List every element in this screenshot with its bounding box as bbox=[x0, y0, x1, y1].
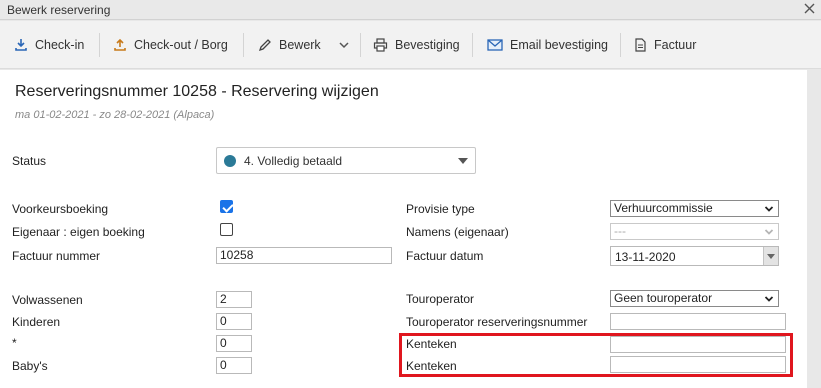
touroperator-value: Geen touroperator bbox=[614, 291, 713, 305]
star-input[interactable]: 0 bbox=[216, 335, 252, 352]
bewerk-button[interactable]: Bewerk bbox=[258, 32, 321, 58]
caret-down-icon bbox=[458, 158, 468, 164]
chevron-down-icon bbox=[764, 229, 774, 235]
star-label: * bbox=[12, 336, 17, 350]
eigenaar-checkbox[interactable] bbox=[220, 223, 233, 236]
babys-input[interactable]: 0 bbox=[216, 357, 252, 374]
checkin-label: Check-in bbox=[35, 38, 85, 52]
status-select[interactable]: 4. Volledig betaald bbox=[216, 147, 476, 174]
email-bevestiging-label: Email bevestiging bbox=[510, 38, 608, 52]
upload-icon bbox=[114, 38, 126, 51]
highlight-box bbox=[399, 333, 793, 377]
checkout-label: Check-out / Borg bbox=[134, 38, 228, 52]
toolbar-divider bbox=[360, 33, 361, 57]
bevestiging-label: Bevestiging bbox=[395, 38, 460, 52]
bewerk-label: Bewerk bbox=[279, 38, 321, 52]
factuur-nummer-label: Factuur nummer bbox=[12, 249, 101, 263]
factuur-button[interactable]: Factuur bbox=[634, 32, 696, 58]
factuur-label: Factuur bbox=[654, 38, 697, 52]
bewerk-dropdown-toggle[interactable] bbox=[338, 32, 357, 58]
status-value: 4. Volledig betaald bbox=[244, 154, 343, 168]
window-titlebar: Bewerk reservering bbox=[0, 0, 821, 20]
volwassenen-input[interactable]: 2 bbox=[216, 291, 252, 308]
status-color-icon bbox=[224, 155, 236, 167]
email-bevestiging-button[interactable]: Email bevestiging bbox=[487, 32, 608, 58]
factuur-nummer-input[interactable]: 10258 bbox=[216, 247, 392, 264]
window-title: Bewerk reservering bbox=[7, 3, 111, 17]
email-icon bbox=[487, 39, 503, 51]
document-icon bbox=[635, 38, 646, 52]
toolbar-divider bbox=[99, 33, 100, 57]
voorkeursboeking-label: Voorkeursboeking bbox=[12, 202, 109, 216]
touroperator-select[interactable]: Geen touroperator bbox=[610, 290, 779, 307]
namens-value: --- bbox=[614, 224, 626, 238]
toolbar-divider bbox=[472, 33, 473, 57]
factuur-datum-label: Factuur datum bbox=[406, 249, 484, 263]
reservation-period: ma 01-02-2021 - zo 28-02-2021 (Alpaca) bbox=[15, 109, 215, 121]
namens-label: Namens (eigenaar) bbox=[406, 225, 509, 239]
toolbar-divider bbox=[243, 33, 244, 57]
chevron-down-icon bbox=[339, 42, 349, 49]
kinderen-label: Kinderen bbox=[12, 315, 61, 329]
toolbar: Check-in Check-out / Borg Bewerk Bevesti… bbox=[0, 21, 821, 69]
voorkeursboeking-checkbox[interactable] bbox=[220, 200, 233, 213]
touroperator-reserveringsnummer-label: Touroperator reserveringsnummer bbox=[406, 315, 588, 329]
printer-icon bbox=[373, 38, 388, 52]
status-label: Status bbox=[12, 154, 47, 168]
checkout-button[interactable]: Check-out / Borg bbox=[113, 32, 228, 58]
provisie-type-select[interactable]: Verhuurcommissie bbox=[610, 200, 779, 217]
download-icon bbox=[15, 39, 27, 51]
eigenaar-label: Eigenaar : eigen boeking bbox=[12, 225, 145, 239]
volwassenen-label: Volwassenen bbox=[12, 293, 83, 307]
touroperator-label: Touroperator bbox=[406, 292, 475, 306]
bevestiging-button[interactable]: Bevestiging bbox=[373, 32, 460, 58]
babys-label: Baby's bbox=[12, 359, 48, 373]
chevron-down-icon bbox=[764, 296, 774, 302]
date-dropdown-button[interactable] bbox=[763, 247, 778, 265]
toolbar-divider bbox=[620, 33, 621, 57]
provisie-type-value: Verhuurcommissie bbox=[614, 201, 713, 215]
namens-select[interactable]: --- bbox=[610, 223, 779, 240]
provisie-type-label: Provisie type bbox=[406, 202, 475, 216]
touroperator-reserveringsnummer-input[interactable] bbox=[610, 313, 786, 330]
page-title: Reserveringsnummer 10258 - Reservering w… bbox=[15, 83, 379, 100]
chevron-down-icon bbox=[764, 206, 774, 212]
factuur-datum-picker[interactable]: 13-11-2020 bbox=[610, 246, 779, 266]
checkin-button[interactable]: Check-in bbox=[14, 32, 84, 58]
kinderen-input[interactable]: 0 bbox=[216, 313, 252, 330]
factuur-datum-value: 13-11-2020 bbox=[615, 250, 676, 264]
close-icon[interactable] bbox=[804, 3, 815, 14]
pencil-icon bbox=[258, 39, 271, 52]
scrollbar-gutter[interactable] bbox=[807, 70, 821, 388]
